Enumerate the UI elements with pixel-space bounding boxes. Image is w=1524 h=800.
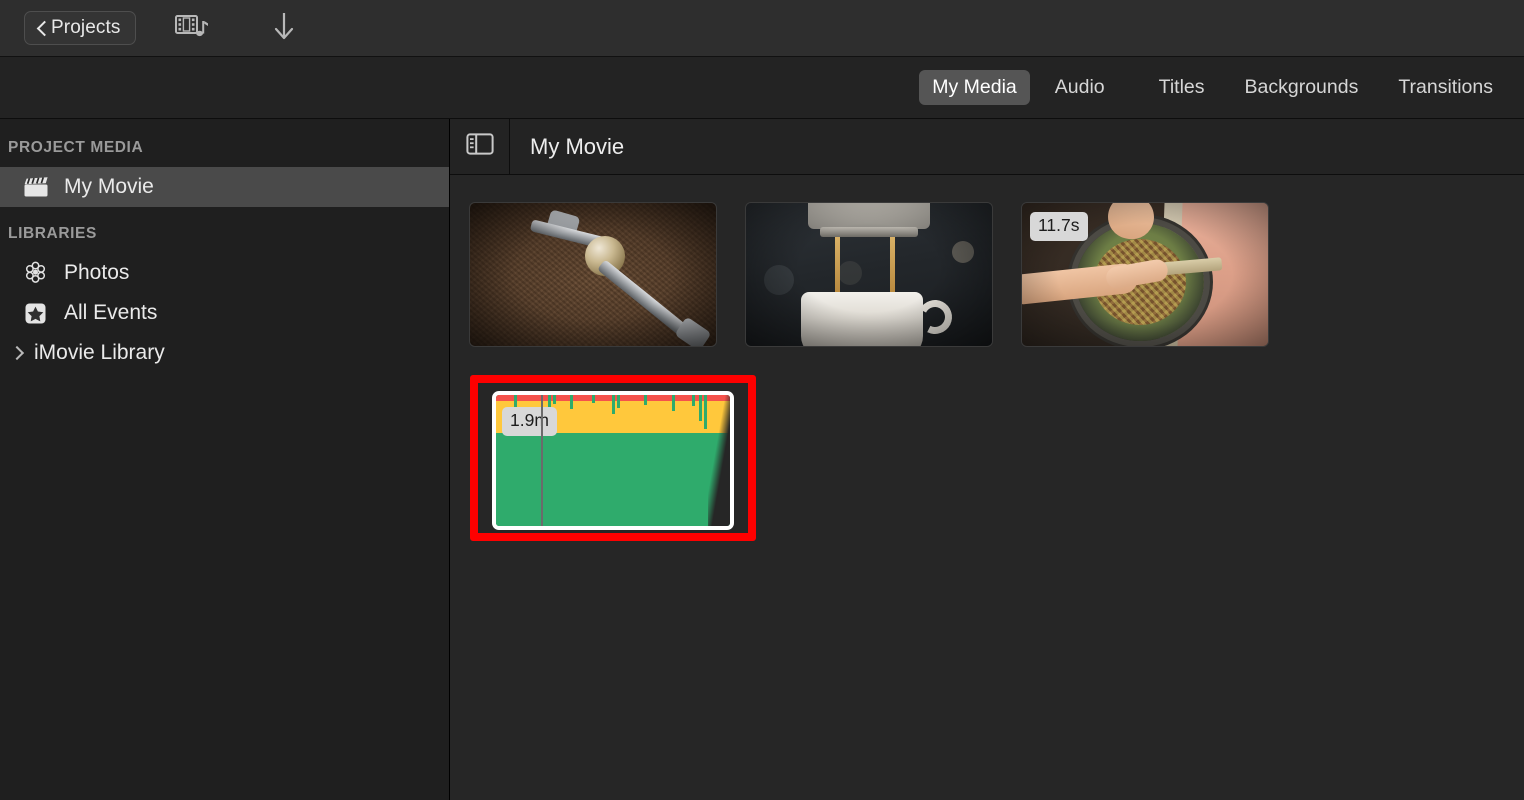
- tab-titles[interactable]: Titles: [1146, 70, 1218, 105]
- sidebar-toggle-button[interactable]: [450, 119, 510, 174]
- tab-backgrounds[interactable]: Backgrounds: [1232, 70, 1372, 105]
- highlighted-clip-wrapper: 1.9m: [470, 375, 756, 541]
- media-row-1: 11.7s: [470, 203, 1524, 346]
- waveform-notch: [592, 395, 595, 403]
- sidebar-item-photos[interactable]: Photos: [0, 253, 449, 293]
- main-body: PROJECT MEDIA My Movie LIBRARIES: [0, 119, 1524, 800]
- import-media-audio-button[interactable]: [169, 8, 215, 48]
- sidebar-toggle-icon: [466, 132, 494, 161]
- media-item-audio-waveform[interactable]: 1.9m: [492, 391, 734, 530]
- sidebar-section-project-media: PROJECT MEDIA: [0, 119, 449, 167]
- waveform-fade-out: [708, 395, 730, 526]
- imovie-window: Projects: [0, 0, 1524, 800]
- duration-badge: 1.9m: [502, 407, 557, 436]
- sidebar-item-label: My Movie: [64, 175, 154, 199]
- waveform-notch: [514, 395, 517, 407]
- waveform-notch: [644, 395, 647, 405]
- film-strip-music-note-icon: [175, 13, 209, 44]
- clapperboard-icon: [22, 175, 49, 199]
- media-item-espresso-pour[interactable]: [746, 203, 992, 346]
- browser-header: My Movie: [450, 119, 1524, 175]
- sidebar: PROJECT MEDIA My Movie LIBRARIES: [0, 119, 450, 800]
- download-arrow-icon: [272, 11, 296, 46]
- playhead-line[interactable]: [541, 395, 543, 526]
- tab-audio[interactable]: Audio: [1042, 70, 1118, 105]
- waveform-notch: [553, 395, 556, 404]
- back-to-projects-button[interactable]: Projects: [24, 11, 136, 45]
- sidebar-item-label: iMovie Library: [34, 341, 165, 365]
- waveform-notch: [692, 395, 695, 406]
- media-item-coffee-beans-roaster[interactable]: [470, 203, 716, 346]
- sidebar-item-imovie-library[interactable]: iMovie Library: [0, 333, 449, 373]
- vignette-decor: [746, 203, 992, 346]
- waveform-notch: [570, 395, 573, 409]
- waveform-notch: [672, 395, 675, 411]
- chevron-left-icon: [36, 20, 47, 37]
- media-tab-bar: My Media Audio Titles Backgrounds Transi…: [0, 57, 1524, 119]
- tab-my-media[interactable]: My Media: [919, 70, 1030, 105]
- top-toolbar: Projects: [0, 0, 1524, 57]
- download-button[interactable]: [261, 8, 307, 48]
- sidebar-item-all-events[interactable]: All Events: [0, 293, 449, 333]
- star-badge-icon: [22, 301, 49, 325]
- sidebar-item-my-movie[interactable]: My Movie: [0, 167, 449, 207]
- sidebar-item-label: All Events: [64, 301, 157, 325]
- media-browser-pane: My Movie: [450, 119, 1524, 800]
- waveform-notch: [699, 395, 702, 421]
- waveform-notch: [617, 395, 620, 408]
- media-grid: 11.7s: [450, 175, 1524, 800]
- sidebar-section-libraries: LIBRARIES: [0, 207, 449, 253]
- photos-flower-icon: [22, 261, 49, 285]
- disclosure-right-icon[interactable]: [10, 343, 24, 363]
- page-title: My Movie: [510, 119, 624, 174]
- media-item-coffee-cherry-sorting[interactable]: 11.7s: [1022, 203, 1268, 346]
- duration-badge: 11.7s: [1030, 212, 1088, 241]
- back-to-projects-label: Projects: [51, 17, 120, 39]
- waveform-notch: [612, 395, 615, 414]
- media-row-2: 1.9m: [470, 375, 1524, 541]
- tab-transitions[interactable]: Transitions: [1385, 70, 1506, 105]
- vignette-decor: [470, 203, 716, 346]
- waveform-notch: [704, 395, 707, 429]
- sidebar-item-label: Photos: [64, 261, 129, 285]
